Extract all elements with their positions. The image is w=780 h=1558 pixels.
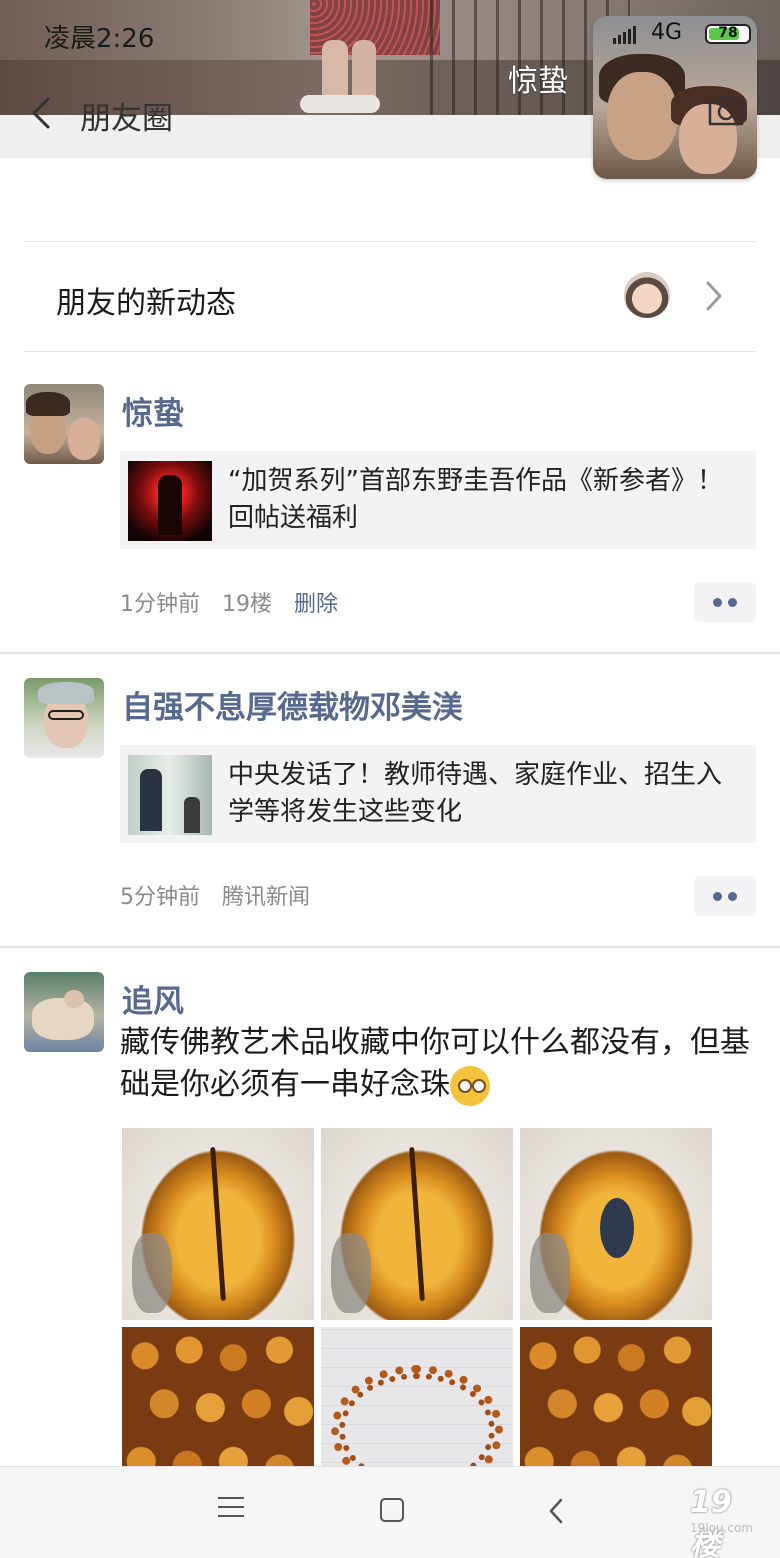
- network-type: 4G: [651, 20, 683, 45]
- menu-icon[interactable]: [218, 1497, 244, 1521]
- friend-updates-label: 朋友的新动态: [56, 286, 236, 321]
- post-text-content: 藏传佛教艺术品收藏中你可以什么都没有，但基础是你必须有一串好念珠: [120, 1025, 750, 1102]
- link-title: “加贺系列”首部东野圭吾作品《新参者》！回帖送福利: [228, 466, 723, 533]
- signal-icon: [613, 26, 636, 44]
- delete-link[interactable]: 删除: [294, 586, 338, 618]
- dot-icon: [728, 891, 737, 901]
- photo-detail: [600, 1198, 634, 1258]
- photo-detail: [331, 1233, 371, 1313]
- avatar-dog: [32, 998, 94, 1040]
- post-divider: [0, 652, 780, 654]
- shared-link-card[interactable]: “加贺系列”首部东野圭吾作品《新参者》！回帖送福利: [120, 451, 756, 549]
- smirk-emoji-icon: [450, 1065, 490, 1106]
- more-actions-button[interactable]: [694, 582, 756, 622]
- friend-avatar: [624, 272, 670, 318]
- post-photo[interactable]: [520, 1128, 712, 1320]
- shared-link-card[interactable]: 中央发话了！教师待遇、家庭作业、招生入学等将发生这些变化: [120, 745, 756, 843]
- post-author[interactable]: 惊蛰: [122, 388, 184, 433]
- avatar-face: [607, 72, 677, 160]
- avatar-hat: [38, 682, 94, 704]
- link-title: 中央发话了！教师待遇、家庭作业、招生入学等将发生这些变化: [228, 760, 723, 827]
- post-avatar[interactable]: [24, 384, 104, 464]
- post-text: 藏传佛教艺术品收藏中你可以什么都没有，但基础是你必须有一串好念珠: [120, 1022, 760, 1106]
- page-title: 朋友圈: [80, 101, 173, 137]
- divider: [24, 351, 756, 352]
- photo-detail: [530, 1233, 570, 1313]
- post-time: 1分钟前: [120, 592, 200, 617]
- photo-detail: [409, 1147, 425, 1301]
- back-icon[interactable]: [548, 1497, 564, 1525]
- avatar-hair: [26, 392, 70, 416]
- back-arrow-icon[interactable]: [28, 95, 60, 131]
- status-time: 凌晨2:26: [44, 24, 155, 54]
- post-divider: [0, 946, 780, 948]
- photo-detail: [210, 1147, 226, 1301]
- cover-user-name[interactable]: 惊蛰: [508, 56, 568, 100]
- thumb-figure: [158, 475, 182, 535]
- avatar-glasses: [48, 710, 84, 720]
- system-nav-bar: 19楼 19lou.com: [0, 1466, 780, 1558]
- cover-shoe: [300, 95, 380, 113]
- avatar-face: [68, 418, 100, 460]
- post-meta: 1分钟前 19楼 删除: [120, 586, 338, 618]
- camera-icon[interactable]: [706, 92, 746, 128]
- link-thumbnail: [128, 461, 212, 541]
- post-meta: 5分钟前 腾讯新闻: [120, 879, 310, 911]
- post-author[interactable]: 追风: [122, 976, 184, 1021]
- thumb-figure: [184, 797, 200, 833]
- post-source: 19楼: [222, 592, 272, 617]
- friend-updates-row[interactable]: 朋友的新动态: [24, 242, 756, 352]
- photo-detail: [132, 1233, 172, 1313]
- battery-level: 78: [718, 25, 738, 41]
- thumb-figure: [140, 769, 162, 831]
- dot-icon: [713, 891, 722, 901]
- chevron-right-icon: [706, 281, 722, 311]
- battery-icon: 78: [705, 24, 751, 44]
- post-avatar[interactable]: [24, 678, 104, 758]
- watermark-sub: 19lou.com: [690, 1521, 753, 1535]
- dot-icon: [728, 597, 737, 607]
- post-time: 5分钟前: [120, 885, 200, 910]
- more-actions-button[interactable]: [694, 876, 756, 916]
- post-author[interactable]: 自强不息厚德载物邓美渼: [122, 682, 463, 727]
- dot-icon: [713, 597, 722, 607]
- watermark: 19楼 19lou.com: [690, 1485, 760, 1558]
- post-photo[interactable]: [122, 1128, 314, 1320]
- post-avatar[interactable]: [24, 972, 104, 1052]
- avatar-dog-ear: [64, 990, 84, 1008]
- home-icon[interactable]: [380, 1498, 404, 1522]
- post-source[interactable]: 腾讯新闻: [222, 879, 310, 911]
- link-thumbnail: [128, 755, 212, 835]
- post-photo[interactable]: [321, 1128, 513, 1320]
